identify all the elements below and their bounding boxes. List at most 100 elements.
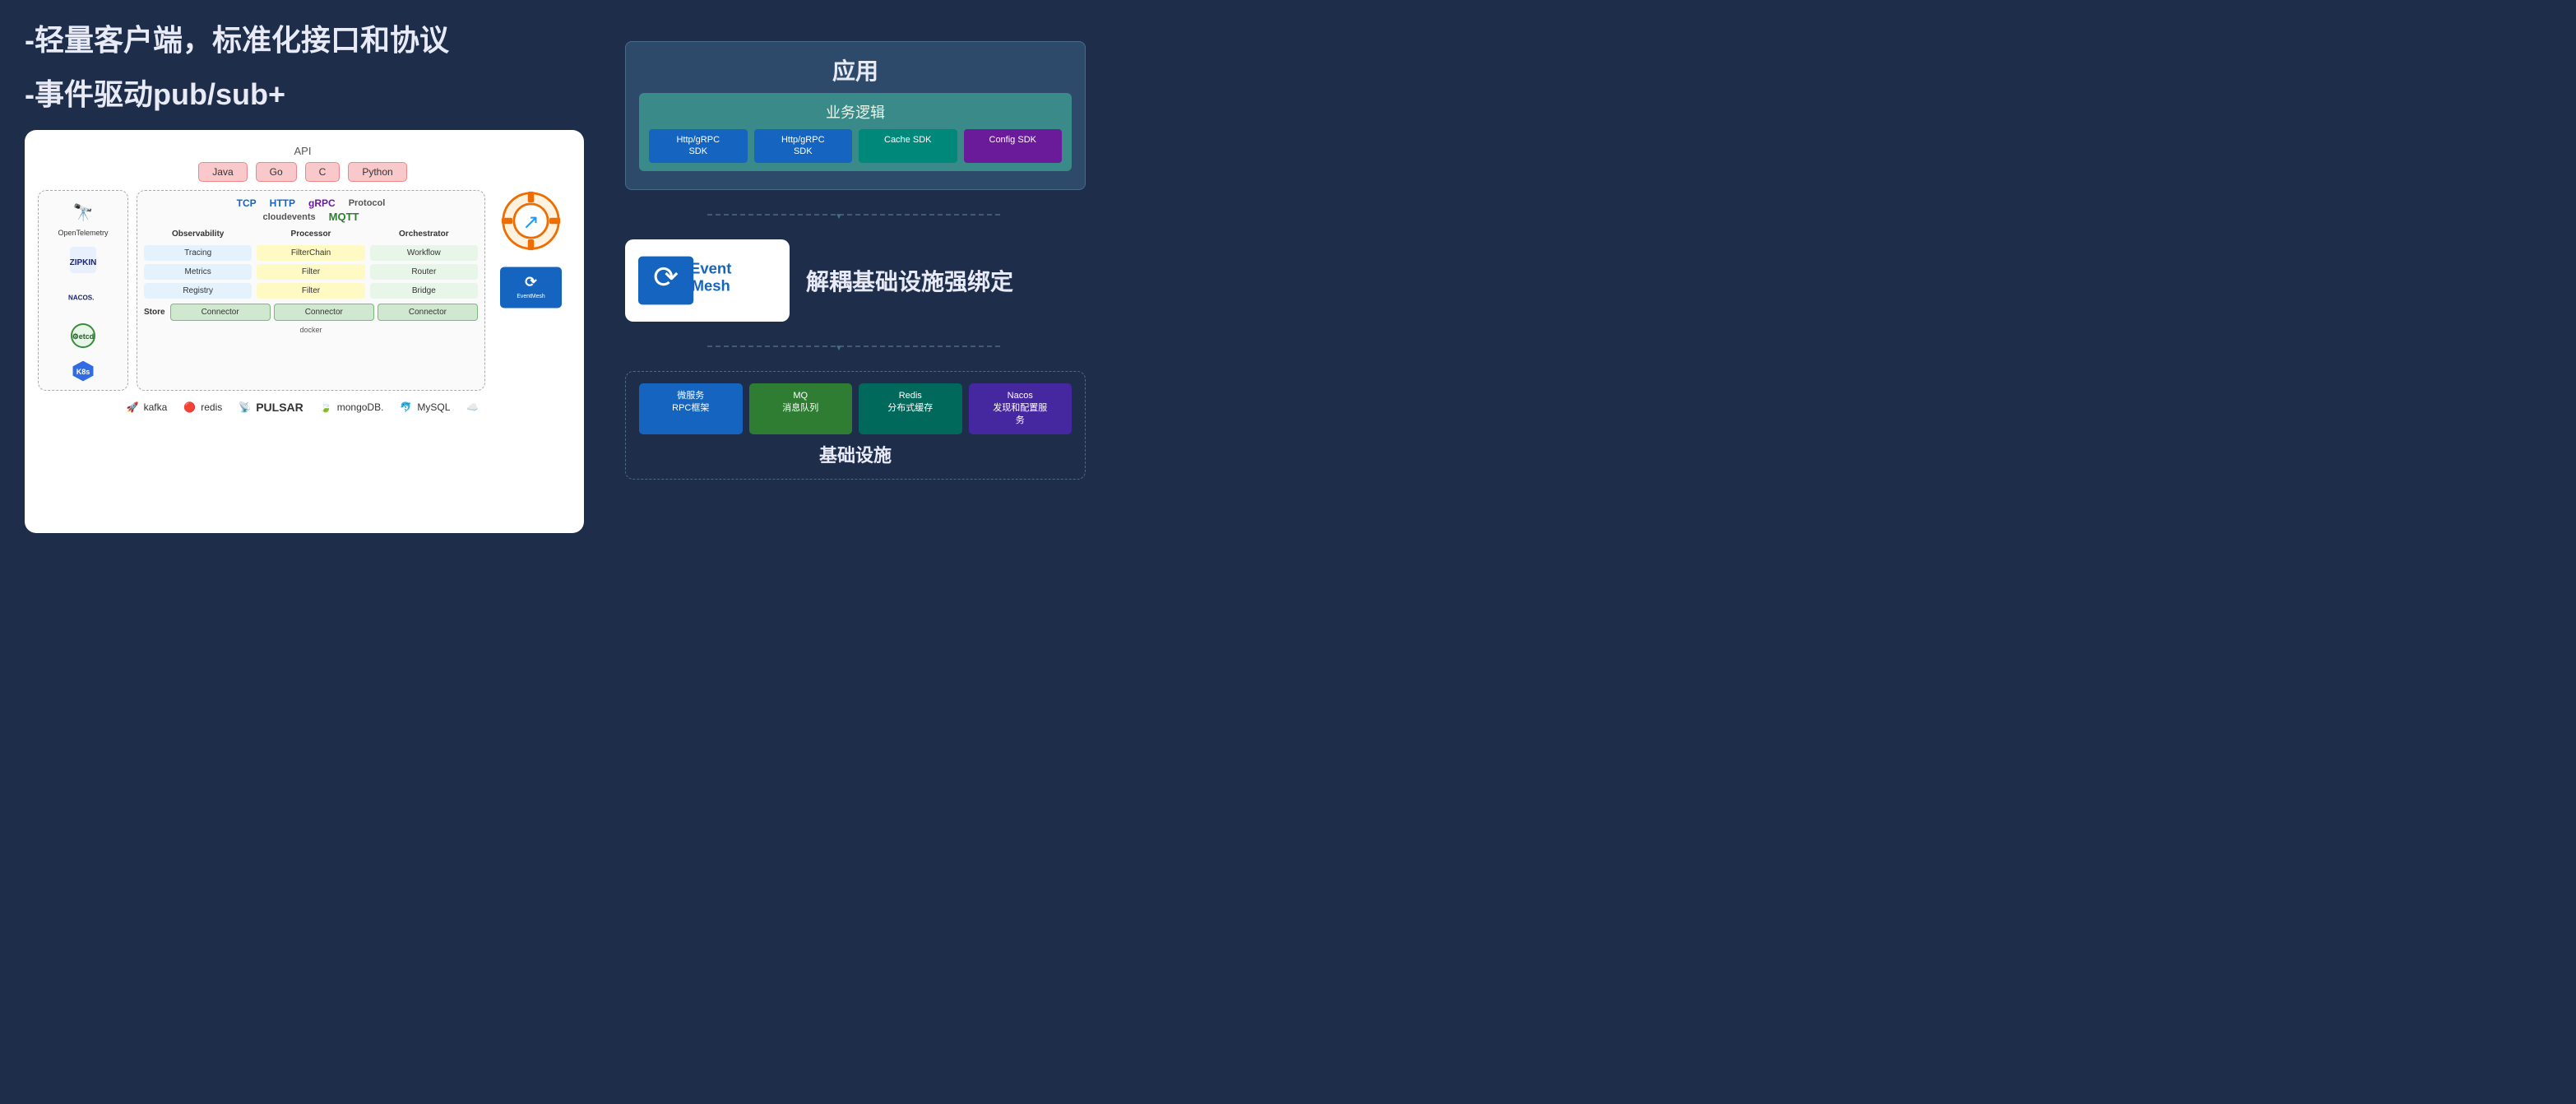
connector3: Connector xyxy=(378,304,478,321)
proc-filter2: Filter xyxy=(257,283,364,299)
api-java: Java xyxy=(198,162,247,182)
protocol-http: HTTP xyxy=(270,197,295,209)
protocol-label: Protocol xyxy=(349,198,386,208)
sdk-cache: Cache SDK xyxy=(859,129,957,163)
em-tagline: 解耦基础设施强绑定 xyxy=(806,264,1263,297)
svg-text:Event: Event xyxy=(690,259,731,276)
arch-main-content: 🔭 OpenTelemetry ZIPKIN xyxy=(38,190,568,391)
svg-text:↗: ↗ xyxy=(522,211,539,234)
eventmesh-logo-svg: ⟳ Event Mesh xyxy=(638,248,776,313)
pulsar-icon: 📡 xyxy=(239,401,251,413)
eventmesh-brand-icon: ⟳ EventMesh xyxy=(500,265,562,314)
connector2: Connector xyxy=(274,304,374,321)
redis-icon: 🔴 xyxy=(183,401,196,413)
headline2: -事件驱动pub/sub+ xyxy=(25,71,600,114)
logo-nacos: NACOS. xyxy=(68,283,98,313)
nacos-icon: NACOS. xyxy=(68,283,98,313)
svg-text:⟳: ⟳ xyxy=(653,260,679,294)
cloud-icon: ☁️ xyxy=(466,401,479,413)
kafka-label: kafka xyxy=(144,401,168,413)
obs-registry: Registry xyxy=(144,283,252,299)
api-buttons-row: Java Go C Python xyxy=(38,162,568,182)
svg-text:▼: ▼ xyxy=(835,212,843,221)
svg-text:EventMesh: EventMesh xyxy=(517,294,544,299)
infra-kafka: 🚀 kafka xyxy=(127,401,168,413)
orch-workflow: Workflow xyxy=(370,245,478,261)
redis-label: redis xyxy=(201,401,222,413)
opentelemetry-icon: 🔭 xyxy=(68,197,98,227)
logos-panel-left: 🔭 OpenTelemetry ZIPKIN xyxy=(38,190,128,391)
orchestrator-column: Orchestrator Workflow Router Bridge xyxy=(370,230,478,299)
api-go: Go xyxy=(256,162,297,182)
eventmesh-gear-icon: ↗ xyxy=(500,190,562,252)
infra-card-mq: MQ消息队列 xyxy=(749,383,853,434)
headline1: -轻量客户端，标准化接口和协议 xyxy=(25,16,600,59)
infra-bottom-row: 🚀 kafka 🔴 redis 📡 PULSAR 🍃 mongoDB. 🐬 xyxy=(38,401,568,414)
processor-column: Processor FilterChain Filter Filter xyxy=(257,230,364,299)
observability-header: Observability xyxy=(144,230,252,239)
right-section: 应用 业务逻辑 Http/gRPCSDK Http/gRPCSDK Cache … xyxy=(625,16,1263,480)
processor-header: Processor xyxy=(257,230,364,239)
logo-opentelemetry: 🔭 OpenTelemetry xyxy=(58,197,108,237)
infra-cloud: ☁️ xyxy=(466,401,479,413)
sdk-row: Http/gRPCSDK Http/gRPCSDK Cache SDK Conf… xyxy=(649,129,1062,163)
obs-metrics: Metrics xyxy=(144,264,252,280)
mongodb-icon: 🍃 xyxy=(320,401,332,413)
infra-card-rpc: 微服务RPC框架 xyxy=(639,383,743,434)
protocol-cloudevents: cloudevents xyxy=(262,212,315,222)
kafka-icon: 🚀 xyxy=(127,401,139,413)
right-logos-area: ↗ ⟳ EventMesh xyxy=(493,190,568,391)
sdk-http-grpc-1: Http/gRPCSDK xyxy=(649,129,748,163)
left-section: -轻量客户端，标准化接口和协议 -事件驱动pub/sub+ API Java G… xyxy=(25,16,600,533)
architecture-diagram: API Java Go C Python 🔭 OpenTelemetry xyxy=(25,130,584,533)
infra-mysql: 🐬 MySQL xyxy=(400,401,450,413)
logo-etcd: ⚙etcd xyxy=(68,321,98,350)
app-box: 应用 业务逻辑 Http/gRPCSDK Http/gRPCSDK Cache … xyxy=(625,41,1086,190)
logo-zipkin: ZIPKIN xyxy=(68,245,98,275)
proc-filterchain: FilterChain xyxy=(257,245,364,261)
api-label: API xyxy=(38,145,568,157)
kubernetes-icon-area: K8s xyxy=(71,359,95,383)
infra-card-nacos: Nacos发现和配置服务 xyxy=(969,383,1073,434)
pulsar-label: PULSAR xyxy=(256,401,303,414)
protocols-row: TCP HTTP gRPC Protocol xyxy=(144,197,478,209)
svg-text:⚙etcd: ⚙etcd xyxy=(72,332,95,341)
center-architecture: TCP HTTP gRPC Protocol cloudevents MQTT … xyxy=(137,190,485,391)
infra-card-redis: Redis分布式缓存 xyxy=(859,383,962,434)
svg-text:⟳: ⟳ xyxy=(525,273,538,290)
connecting-arrows2: ▼ xyxy=(625,338,1086,355)
logic-title: 业务逻辑 xyxy=(649,101,1062,123)
infra-items-row: 微服务RPC框架 MQ消息队列 Redis分布式缓存 Nacos发现和配置服务 xyxy=(639,383,1072,434)
infra-pulsar: 📡 PULSAR xyxy=(239,401,303,414)
store-label: Store xyxy=(144,308,165,317)
svg-text:ZIPKIN: ZIPKIN xyxy=(70,258,96,267)
sdk-http-grpc-2: Http/gRPCSDK xyxy=(754,129,853,163)
logic-box: 业务逻辑 Http/gRPCSDK Http/gRPCSDK Cache SDK… xyxy=(639,93,1072,171)
connector1: Connector xyxy=(170,304,271,321)
connecting-arrows: ▼ xyxy=(625,206,1086,223)
api-c: C xyxy=(305,162,341,182)
svg-text:Mesh: Mesh xyxy=(692,276,730,294)
three-columns: Observability Tracing Metrics Registry P… xyxy=(144,230,478,299)
sdk-config: Config SDK xyxy=(964,129,1063,163)
orchestrator-header: Orchestrator xyxy=(370,230,478,239)
infra-redis: 🔴 redis xyxy=(183,401,222,413)
mongodb-label: mongoDB. xyxy=(337,401,384,413)
protocols-row2: cloudevents MQTT xyxy=(144,211,478,223)
mysql-label: MySQL xyxy=(417,401,450,413)
proc-filter1: Filter xyxy=(257,264,364,280)
etcd-icon: ⚙etcd xyxy=(68,321,98,350)
infra-mongodb: 🍃 mongoDB. xyxy=(320,401,384,413)
opentelemetry-label: OpenTelemetry xyxy=(58,229,108,237)
zipkin-icon: ZIPKIN xyxy=(68,245,98,275)
page-root: -轻量客户端，标准化接口和协议 -事件驱动pub/sub+ API Java G… xyxy=(0,0,1288,550)
store-connectors-row: Store Connector Connector Connector xyxy=(144,304,478,321)
docker-label: docker xyxy=(144,326,478,334)
mysql-icon: 🐬 xyxy=(400,401,412,413)
eventmesh-logo-box: ⟳ Event Mesh xyxy=(625,239,790,322)
orch-bridge: Bridge xyxy=(370,283,478,299)
eventmesh-section: ⟳ Event Mesh 解耦基础设施强绑定 xyxy=(625,239,1263,322)
infrastructure-box: 微服务RPC框架 MQ消息队列 Redis分布式缓存 Nacos发现和配置服务 … xyxy=(625,371,1086,480)
observability-column: Observability Tracing Metrics Registry xyxy=(144,230,252,299)
protocol-tcp: TCP xyxy=(237,197,257,209)
